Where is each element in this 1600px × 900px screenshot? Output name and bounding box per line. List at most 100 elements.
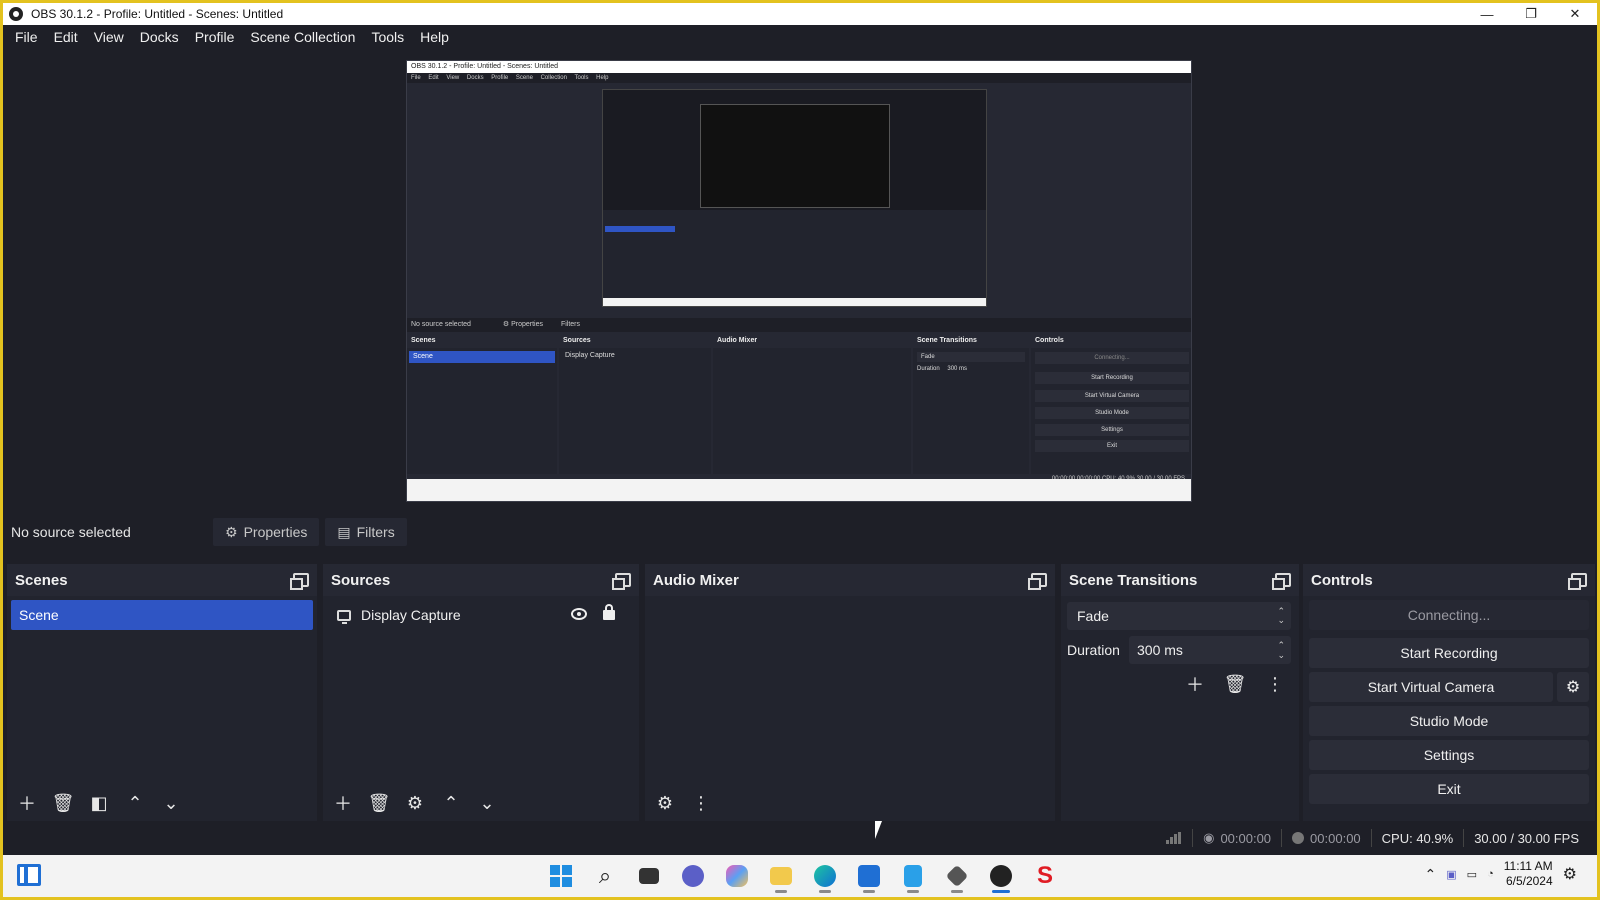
visibility-eye-icon[interactable] — [571, 608, 587, 620]
system-tray: ⌃ ▣ ▭ ◔ 11:11 AM 6/5/2024 ⚙ — [1425, 859, 1577, 889]
duration-value: 300 ms — [1137, 642, 1183, 658]
preview-nested-capture — [602, 89, 987, 307]
duration-row: Duration 300 ms ⌃ ⌄ — [1067, 636, 1291, 664]
add-source-button[interactable]: ＋ — [327, 789, 359, 817]
menu-help[interactable]: Help — [412, 29, 457, 45]
network-tray-icon[interactable]: ▭ — [1467, 868, 1477, 881]
start-streaming-button[interactable]: Connecting... — [1309, 600, 1589, 630]
transition-select[interactable]: Fade ⌃ ⌄ — [1067, 602, 1291, 630]
more-options-icon[interactable]: ⋮ — [685, 789, 717, 817]
copilot-icon[interactable] — [719, 859, 755, 893]
undock-icon[interactable] — [612, 573, 631, 590]
chevron-up-icon[interactable]: ⌃ — [1425, 866, 1437, 883]
sound-tray-icon[interactable]: ◔ — [1487, 868, 1494, 880]
obs-logo-icon — [9, 7, 23, 21]
preview-source-item: Display Capture — [565, 352, 615, 359]
preview-audio-title: Audio Mixer — [713, 334, 911, 348]
filters-button[interactable]: ▤ Filters — [325, 518, 407, 546]
preview-settings: Settings — [1035, 424, 1189, 436]
preview-controls-dock: Controls Connecting... Start Recording S… — [1031, 334, 1191, 474]
undock-icon[interactable] — [1028, 573, 1047, 590]
no-source-label: No source selected — [11, 524, 131, 540]
sources-title: Sources — [331, 571, 391, 589]
spinbox-arrows-icon[interactable]: ⌃ ⌄ — [1277, 640, 1285, 660]
add-scene-button[interactable]: ＋ — [11, 789, 43, 817]
source-list-item[interactable]: Display Capture — [327, 600, 635, 630]
edge-icon[interactable] — [807, 859, 843, 893]
preview-nested-capture-inner — [700, 104, 890, 208]
clock[interactable]: 11:11 AM 6/5/2024 — [1504, 859, 1553, 889]
settings-tray-icon[interactable]: ⚙ — [1563, 864, 1577, 884]
move-scene-down-button[interactable]: ⌄ — [155, 789, 187, 817]
remove-transition-button[interactable]: 🗑 — [1219, 670, 1251, 698]
transition-selected: Fade — [1077, 608, 1109, 624]
status-bar: ◉ 00:00:00 00:00:00 CPU: 40.9% 30.00 / 3… — [3, 823, 1597, 853]
menu-tools[interactable]: Tools — [363, 29, 412, 45]
red-app-icon[interactable]: S — [1027, 859, 1063, 893]
scene-filters-button[interactable]: ◧ — [83, 789, 115, 817]
mouse-cursor — [875, 821, 889, 839]
menu-view[interactable]: View — [86, 29, 132, 45]
advanced-audio-gear-icon[interactable]: ⚙ — [649, 789, 681, 817]
store-icon[interactable] — [851, 859, 887, 893]
menu-profile[interactable]: Profile — [187, 29, 243, 45]
move-source-down-button[interactable]: ⌄ — [471, 789, 503, 817]
settings-button[interactable]: Settings — [1309, 740, 1589, 770]
broadcast-icon: ◉ — [1203, 830, 1215, 845]
undock-icon[interactable] — [290, 573, 309, 590]
preview-source-toolbar: No source selected ⚙ Properties Filters — [407, 318, 1191, 332]
menu-edit[interactable]: Edit — [46, 29, 86, 45]
preview-transitions-title: Scene Transitions — [913, 334, 1029, 348]
source-toolbar: No source selected ⚙ Properties ▤ Filter… — [3, 515, 1597, 549]
add-transition-button[interactable]: ＋ — [1179, 670, 1211, 698]
notepad-icon[interactable] — [895, 859, 931, 893]
menu-docks[interactable]: Docks — [132, 29, 187, 45]
controls-dock: Controls Connecting... Start Recording S… — [1303, 564, 1595, 821]
remove-source-button[interactable]: 🗑 — [363, 789, 395, 817]
cpu-usage: CPU: 40.9% — [1381, 830, 1454, 846]
move-source-up-button[interactable]: ⌃ — [435, 789, 467, 817]
search-icon[interactable]: ⌕ — [587, 859, 623, 893]
close-button[interactable]: ✕ — [1553, 3, 1597, 25]
teams-tray-icon[interactable]: ▣ — [1446, 868, 1456, 881]
properties-button[interactable]: ⚙ Properties — [213, 518, 320, 546]
preview-taskbar — [407, 479, 1191, 501]
preview-canvas[interactable]: OBS 30.1.2 - Profile: Untitled - Scenes:… — [406, 60, 1192, 502]
network-signal-icon — [1166, 832, 1182, 844]
obs-taskbar-icon[interactable] — [983, 859, 1019, 893]
menu-bar: File Edit View Docks Profile Scene Colle… — [3, 25, 1597, 49]
minimize-button[interactable]: — — [1465, 3, 1509, 25]
menu-file[interactable]: File — [7, 29, 46, 45]
preview-area[interactable]: OBS 30.1.2 - Profile: Untitled - Scenes:… — [3, 49, 1597, 505]
undock-icon[interactable] — [1568, 573, 1587, 590]
preview-controls-title: Controls — [1031, 334, 1191, 348]
start-virtual-camera-button[interactable]: Start Virtual Camera — [1309, 672, 1553, 702]
start-icon[interactable] — [543, 859, 579, 893]
sources-dock-header: Sources — [323, 564, 639, 596]
undock-icon[interactable] — [1272, 573, 1291, 590]
transition-menu-button[interactable]: ⋮ — [1259, 670, 1291, 698]
scene-list-item[interactable]: Scene — [11, 600, 313, 630]
source-properties-button[interactable]: ⚙ — [399, 789, 431, 817]
window-controls: — ❐ ✕ — [1465, 3, 1597, 25]
move-scene-up-button[interactable]: ⌃ — [119, 789, 151, 817]
duration-spinbox[interactable]: 300 ms ⌃ ⌄ — [1129, 636, 1291, 664]
chat-icon[interactable] — [675, 859, 711, 893]
virtual-camera-gear-icon[interactable]: ⚙ — [1557, 672, 1589, 702]
lock-icon[interactable] — [603, 604, 615, 620]
menu-scene-collection[interactable]: Scene Collection — [242, 29, 363, 45]
preview-exit: Exit — [1035, 440, 1189, 452]
file-explorer-icon[interactable] — [763, 859, 799, 893]
remove-scene-button[interactable]: 🗑 — [47, 789, 79, 817]
exit-button[interactable]: Exit — [1309, 774, 1589, 804]
cube-app-icon[interactable] — [939, 859, 975, 893]
clock-date: 6/5/2024 — [1505, 874, 1553, 888]
preview-nested-panels — [603, 210, 986, 300]
widgets-icon[interactable] — [17, 864, 41, 886]
transition-buttons: ＋ 🗑 ⋮ — [1061, 670, 1291, 698]
restore-button[interactable]: ❐ — [1509, 3, 1553, 25]
studio-mode-button[interactable]: Studio Mode — [1309, 706, 1589, 736]
task-view-icon[interactable] — [631, 859, 667, 893]
start-recording-button[interactable]: Start Recording — [1309, 638, 1589, 668]
title-bar: OBS 30.1.2 - Profile: Untitled - Scenes:… — [3, 3, 1597, 25]
